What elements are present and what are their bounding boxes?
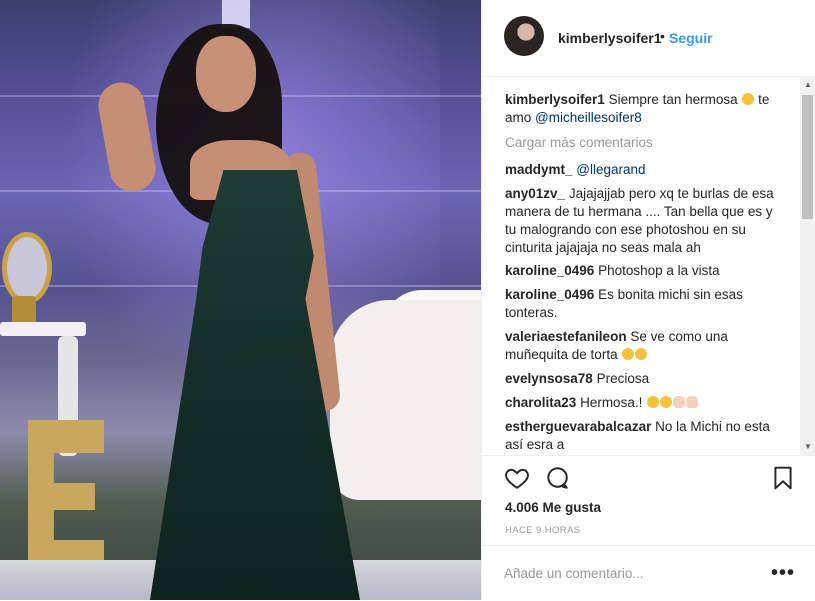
caption: kimberlysoifer1 Siempre tan hermosa te a…: [505, 91, 787, 127]
header-separator: •: [660, 28, 665, 44]
comment-text: Photoshop a la vista: [598, 263, 720, 278]
comment-username[interactable]: valeriaestefanileon: [505, 329, 627, 344]
gold-letter-e: [28, 420, 104, 570]
comment-item: valeriaestefanileon Se ve como una muñeq…: [505, 328, 787, 364]
comment-item: estherguevarabalcazar No la Michi no est…: [505, 418, 787, 454]
astonished-emoji-icon: [622, 348, 635, 360]
scrollbar-thumb[interactable]: [802, 95, 813, 219]
comments-scrollbar[interactable]: ▲ ▼: [800, 77, 815, 455]
comment-item: evelynsosa78 Preciosa: [505, 370, 787, 388]
comment-username[interactable]: evelynsosa78: [505, 371, 593, 386]
post-header: kimberlysoifer1 • Seguir: [482, 0, 815, 77]
white-table: [0, 322, 86, 336]
raised-hands-emoji-icon: [673, 396, 686, 408]
heart-icon[interactable]: [504, 465, 530, 491]
astonished-emoji-icon: [635, 348, 648, 360]
scroll-up-arrow-icon[interactable]: ▲: [804, 80, 812, 89]
follow-button[interactable]: Seguir: [669, 30, 713, 46]
comment-item: charolita23 Hermosa.!: [505, 394, 787, 412]
comment-text: Preciosa: [596, 371, 650, 386]
caption-username[interactable]: kimberlysoifer1: [505, 92, 605, 107]
comment-mention[interactable]: @llegarand: [576, 162, 645, 177]
add-comment-bar: •••: [482, 545, 815, 601]
action-bar: [482, 455, 815, 496]
gold-mirror: [2, 232, 52, 304]
comment-bubble-icon[interactable]: [544, 465, 570, 491]
comment-username[interactable]: estherguevarabalcazar: [505, 419, 651, 434]
comment-item: karoline_0496 Es bonita michi sin esas t…: [505, 286, 787, 322]
likes-count[interactable]: 4.006 Me gusta: [505, 500, 601, 515]
comments-list[interactable]: kimberlysoifer1 Siempre tan hermosa te a…: [482, 77, 800, 455]
caption-mention[interactable]: @micheillesoifer8: [535, 110, 642, 125]
bookmark-icon[interactable]: [770, 465, 796, 491]
more-options-icon[interactable]: •••: [771, 563, 795, 583]
post-side-panel: kimberlysoifer1 • Seguir kimberlysoifer1…: [481, 0, 815, 600]
comment-username[interactable]: maddymt_: [505, 162, 573, 177]
mirror-stand: [12, 296, 36, 322]
comment-username[interactable]: any01zv_: [505, 186, 565, 201]
post-photo[interactable]: [0, 0, 481, 600]
raised-hands-emoji-icon: [686, 396, 699, 408]
comment-username[interactable]: karoline_0496: [505, 263, 594, 278]
caption-text: Siempre tan hermosa: [608, 92, 738, 107]
white-sofa: [330, 300, 481, 500]
comment-username[interactable]: charolita23: [505, 395, 576, 410]
comment-item: any01zv_ Jajajajjab pero xq te burlas de…: [505, 185, 787, 257]
comment-item: karoline_0496 Photoshop a la vista: [505, 262, 787, 280]
post-timestamp: HACE 9 HORAS: [505, 525, 581, 536]
header-username[interactable]: kimberlysoifer1: [558, 30, 662, 46]
scroll-down-arrow-icon[interactable]: ▼: [804, 442, 812, 451]
comment-item: maddymt_ @llegarand: [505, 161, 787, 179]
heart-eyes-emoji-icon: [742, 93, 755, 105]
comment-username[interactable]: karoline_0496: [505, 287, 594, 302]
comment-text: Hermosa.!: [580, 395, 643, 410]
face: [196, 36, 256, 112]
comment-input[interactable]: [504, 563, 754, 583]
astonished-emoji-icon: [660, 396, 673, 408]
load-more-comments-link[interactable]: Cargar más comentarios: [505, 135, 653, 150]
avatar[interactable]: [504, 16, 544, 56]
astonished-emoji-icon: [647, 396, 660, 408]
